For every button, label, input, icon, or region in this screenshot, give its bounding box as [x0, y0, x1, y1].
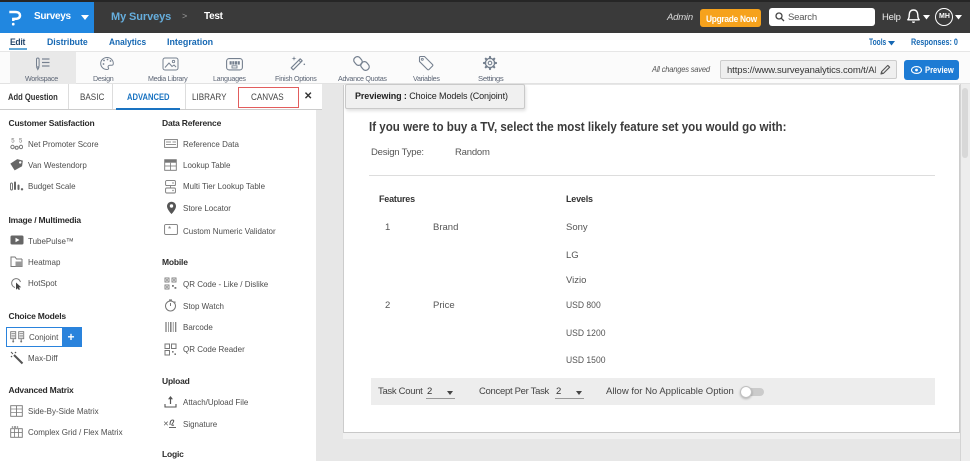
- svg-text:*: *: [168, 225, 171, 234]
- svg-text:5: 5: [11, 139, 15, 145]
- svg-text:✕: ✕: [163, 421, 169, 428]
- svg-text:5: 5: [19, 139, 23, 145]
